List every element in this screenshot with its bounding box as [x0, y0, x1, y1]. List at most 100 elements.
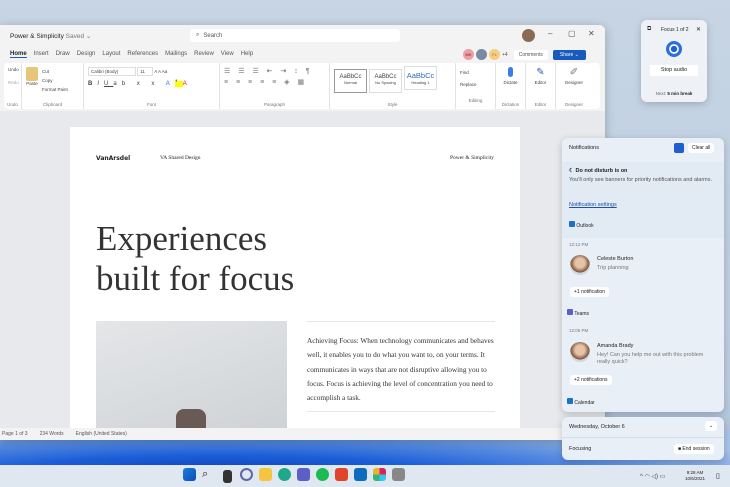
style-name: Heading 1 [411, 80, 430, 85]
notification-message: Trip planning [597, 265, 629, 271]
notification-settings-link[interactable]: Notification settings [569, 202, 617, 208]
end-session-button[interactable]: ■ End session [674, 444, 714, 454]
page-count: Page 1 of 3 [2, 431, 28, 437]
clear-all-button[interactable]: Clear all [688, 143, 715, 153]
undo-group: Undo Redo Undo [4, 63, 22, 109]
designer-button[interactable]: ✐ Designer [560, 67, 588, 85]
notification-card[interactable]: 12:12 PM Celeste Burton Trip planning +1… [562, 238, 724, 304]
saved-status[interactable]: Saved ⌄ [66, 32, 92, 40]
search-input[interactable]: ⌕ Search [190, 29, 400, 42]
notification-card[interactable]: 12:05 PM Amanda Brady Hey! Can you help … [562, 324, 724, 394]
language[interactable]: English (United States) [76, 431, 127, 437]
replace-button[interactable]: Replace [460, 79, 491, 91]
search-icon[interactable]: ⌕ [202, 468, 215, 481]
copy-button[interactable]: Copy [42, 76, 68, 85]
style-sample: AaBbCc [406, 71, 435, 80]
tab-layout[interactable]: Layout [102, 51, 120, 57]
style-normal[interactable]: AaBbCc Normal [334, 69, 367, 93]
title-bar: Power & Simplicity Saved ⌄ ⌕ Search – ▢ ✕ [0, 25, 605, 47]
more-notifications-button[interactable]: +2 notifications [570, 375, 612, 385]
redo-button[interactable]: Redo [8, 80, 19, 85]
ribbon-tabs: Home Insert Draw Design Layout Reference… [0, 47, 605, 61]
teams-icon[interactable] [297, 467, 310, 481]
user-avatar[interactable] [522, 29, 535, 42]
system-tray-icons[interactable]: ^ ◠ ◁) ▭ [640, 473, 665, 480]
share-button[interactable]: Share ⌄ [552, 49, 586, 60]
app-name: Outlook [576, 223, 594, 229]
collab-avatar[interactable] [476, 49, 487, 60]
tab-draw[interactable]: Draw [56, 51, 70, 57]
outlook-icon[interactable] [354, 467, 367, 481]
tab-design[interactable]: Design [77, 51, 96, 57]
collab-avatar[interactable]: FL [489, 49, 500, 60]
font-size-select[interactable]: 11 [137, 67, 154, 76]
stop-audio-button[interactable]: Stop audio [650, 65, 698, 76]
file-explorer-icon[interactable] [259, 467, 272, 481]
style-heading-1[interactable]: AaBbCc Heading 1 [404, 66, 437, 90]
app-name: Calendar [574, 400, 595, 406]
edge-icon[interactable] [278, 467, 291, 481]
slack-icon[interactable] [373, 467, 386, 481]
collab-avatar[interactable]: MK [463, 49, 474, 60]
document-page[interactable]: VanArsdel VA Shared Design Power & Simpl… [70, 127, 520, 431]
group-label: Editor [534, 102, 547, 107]
notification-center: Notifications Clear all ☾ Do not disturb… [562, 138, 724, 412]
font-name-select[interactable]: Calibri (Body) [88, 67, 136, 76]
tab-references[interactable]: References [127, 51, 158, 57]
ribbon: Undo Redo Undo Paste Cut Copy Format Paint C… [4, 63, 600, 109]
tab-mailings[interactable]: Mailings [165, 51, 187, 57]
focus-assist-icon[interactable] [674, 143, 684, 153]
sender-name: Amanda Brady [597, 343, 634, 349]
paste-label: Paste [26, 81, 38, 86]
app-header-outlook: Outlook [569, 221, 594, 229]
tab-view[interactable]: View [221, 51, 234, 57]
notification-bell-icon[interactable]: ▯ [716, 472, 720, 480]
tab-home[interactable]: Home [10, 51, 27, 58]
sender-avatar [570, 342, 590, 362]
tab-insert[interactable]: Insert [34, 51, 49, 57]
expand-chevron-icon[interactable]: ⌄ [705, 421, 718, 431]
sender-name: Celeste Burton [597, 256, 634, 262]
start-icon[interactable] [183, 467, 196, 481]
list-buttons[interactable]: ☰ ☰ ☰ ⇤ ⇥ ↕ ¶ [224, 67, 325, 75]
chat-icon[interactable] [240, 467, 253, 481]
align-buttons[interactable]: ≡ ≡ ≡ ≡ ≡ ◈ ▦ [224, 78, 325, 86]
maximize-button[interactable]: ▢ [568, 29, 576, 38]
tab-review[interactable]: Review [194, 51, 214, 57]
group-label: Designer [564, 102, 583, 107]
paste-icon [26, 67, 38, 81]
tab-help[interactable]: Help [241, 51, 253, 57]
close-icon[interactable]: ✕ [696, 26, 701, 33]
editing-group: Find Replace Editing [456, 63, 496, 109]
find-button[interactable]: Find [460, 67, 491, 79]
close-button[interactable]: ✕ [588, 29, 595, 38]
end-session-label: End session [682, 446, 710, 452]
font-format-buttons[interactable]: BIUab x x AꜛA [88, 81, 215, 87]
style-no-spacing[interactable]: AaBbCc No Spacing [369, 69, 402, 93]
paste-button[interactable]: Paste [26, 67, 38, 105]
more-notifications-button[interactable]: +1 notification [570, 287, 609, 297]
undo-button[interactable]: Undo [8, 67, 19, 72]
header-right: Power & Simplicity [450, 155, 494, 161]
document-heading: Experiences built for focus [96, 219, 294, 299]
comments-button[interactable]: Comments [513, 49, 548, 60]
collaborators: MK FL +4 Comments Share ⌄ [463, 49, 586, 60]
store-icon[interactable] [392, 467, 405, 481]
designer-group: ✐ Designer Designer [556, 63, 592, 109]
task-view-icon[interactable] [223, 469, 232, 483]
designer-label: Designer [564, 80, 583, 85]
office-icon[interactable] [335, 467, 348, 481]
document-area: VanArsdel VA Shared Design Power & Simpl… [0, 111, 605, 431]
format-painter-button[interactable]: Format Paint [42, 85, 68, 94]
editor-button[interactable]: ✎ Editor [530, 67, 551, 85]
clock[interactable]: 9:28 AM 10/6/2021 [685, 470, 705, 482]
spotify-icon[interactable] [316, 467, 329, 481]
clipboard-group: Paste Cut Copy Format Paint Clipboard [22, 63, 84, 109]
dictate-button[interactable]: Dictate [500, 67, 521, 85]
group-label: Undo [7, 102, 18, 107]
notification-message: Hey! Can you help me out with this probl… [597, 352, 704, 365]
minimize-button[interactable]: – [548, 29, 552, 38]
header-center: VA Shared Design [160, 155, 201, 161]
group-label: Paragraph [263, 102, 285, 107]
cut-button[interactable]: Cut [42, 67, 68, 76]
